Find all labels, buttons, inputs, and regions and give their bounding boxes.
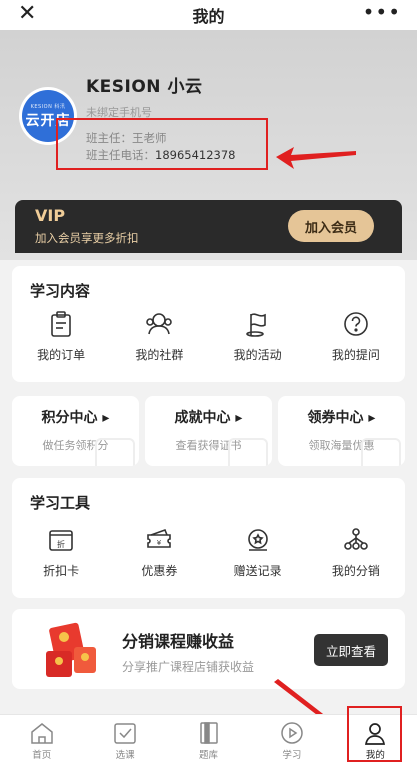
points-center-title: 积分中心 ▸ [41,410,110,426]
tab-home[interactable]: 首页 [0,715,83,762]
highlight-box [347,706,402,762]
my-community-item[interactable]: 我的社群 [110,310,208,363]
vip-title: VIP [35,206,66,225]
network-icon [344,528,368,550]
watermark-icon [228,438,268,466]
distribution-banner: 分销课程赚收益 分享推广课程店铺获收益 立即查看 [12,609,405,689]
coupon-center-title: 领券中心 ▸ [307,410,376,426]
my-distribution-label: 我的分销 [331,564,380,578]
my-orders-label: 我的订单 [37,348,86,362]
my-questions-item[interactable]: 我的提问 [307,310,405,363]
learning-tools-card: 学习工具 折 折扣卡 ¥ 优惠券 赠送记录 我的分销 [12,478,405,598]
tab-course-select[interactable]: 选课 [83,715,166,762]
question-icon [344,312,368,336]
user-name: KESION 小云 [86,77,203,97]
home-icon [30,723,53,744]
vip-banner: VIP 加入会员享更多折扣 加入会员 [15,200,402,253]
join-vip-button[interactable]: 加入会员 [288,210,374,242]
view-now-button[interactable]: 立即查看 [314,634,388,666]
top-bar: ✕ 我的 ••• [0,0,417,30]
course-select-icon [114,723,136,744]
watermark-icon [95,438,135,466]
vip-subtitle: 加入会员享更多折扣 [35,231,139,245]
discount-card-label: 折扣卡 [43,564,80,578]
close-icon[interactable]: ✕ [18,3,36,25]
learning-content-card: 学习内容 我的订单 我的社群 我的活动 我的提问 [12,266,405,382]
learning-content-title: 学习内容 [30,282,91,300]
my-orders-item[interactable]: 我的订单 [12,310,110,363]
group-icon [146,313,173,335]
distribution-subtitle: 分享推广课程店铺获收益 [122,660,255,674]
my-events-item[interactable]: 我的活动 [209,310,307,363]
achievement-center-card[interactable]: 成就中心 ▸ 查看获得证书 [145,396,272,466]
coupon-center-card[interactable]: 领券中心 ▸ 领取海量优惠 [278,396,405,466]
svg-text:折: 折 [57,539,65,549]
points-center-card[interactable]: 积分中心 ▸ 做任务领积分 [12,396,139,466]
clipboard-icon [51,311,71,337]
my-questions-label: 我的提问 [331,348,380,362]
my-distribution-item[interactable]: 我的分销 [307,526,405,579]
tab-study-label: 学习 [282,750,302,761]
tab-course-select-label: 选课 [115,750,135,761]
tab-question-bank-label: 题库 [199,750,219,761]
svg-text:¥: ¥ [157,539,162,547]
discount-card-item[interactable]: 折 折扣卡 [12,526,110,579]
watermark-icon [361,438,401,466]
coupon-item[interactable]: ¥ 优惠券 [110,526,208,579]
achievement-center-title: 成就中心 ▸ [174,410,243,426]
question-bank-icon [199,722,218,744]
more-icon[interactable]: ••• [363,2,401,22]
tab-study[interactable]: 学习 [250,715,333,762]
avatar-logo-small: KESION 科汛 [30,103,66,110]
learning-tools-title: 学习工具 [30,494,91,512]
distribution-title: 分销课程赚收益 [122,632,235,651]
gift-record-icon [247,529,268,551]
play-icon [281,722,303,744]
flag-icon [245,313,266,337]
tab-home-label: 首页 [32,750,52,761]
my-community-label: 我的社群 [135,348,184,362]
red-envelope-icon [46,622,96,677]
gift-record-item[interactable]: 赠送记录 [209,526,307,579]
page-title: 我的 [192,7,225,26]
tab-question-bank[interactable]: 题库 [167,715,250,762]
coupon-icon: ¥ [147,528,172,548]
coupon-label: 优惠券 [141,564,178,578]
discount-card-icon: 折 [49,530,73,551]
gift-record-label: 赠送记录 [233,564,282,578]
highlight-box [56,118,268,170]
red-arrow-icon [276,147,356,169]
my-events-label: 我的活动 [233,348,282,362]
